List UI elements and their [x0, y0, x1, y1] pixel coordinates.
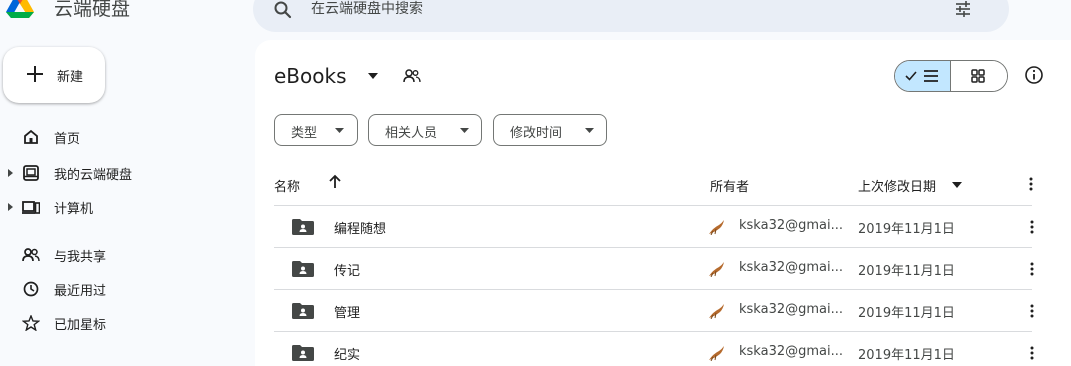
sidebar-item-label: 计算机 [54, 202, 94, 217]
grid-view-button[interactable] [951, 61, 1007, 91]
owner-email: kska32@gmai... [739, 302, 843, 317]
table-row[interactable]: 传记 kska32@gmai... 2019年11月1日 [274, 248, 1038, 290]
sidebar-item-label: 最近用过 [54, 284, 107, 299]
modified-column-header[interactable]: 上次修改日期 [858, 176, 936, 195]
chip-label: 类型 [291, 126, 318, 141]
file-name: 纪实 [334, 348, 361, 363]
owner-column-header[interactable]: 所有者 [710, 176, 749, 195]
plus-icon [27, 66, 43, 82]
app-title[interactable]: 云端硬盘 [54, 0, 130, 21]
sidebar-item-label: 首页 [54, 132, 81, 147]
sidebar-item-computers[interactable]: 计算机 [0, 195, 240, 219]
view-toggle [894, 60, 1008, 92]
sidebar-item-my-drive[interactable]: 我的云端硬盘 [0, 161, 240, 185]
check-icon [905, 71, 917, 81]
sidebar-item-starred[interactable]: 已加星标 [0, 311, 240, 335]
folder-menu-caret-icon[interactable] [368, 73, 378, 79]
search-options-icon[interactable] [953, 0, 973, 19]
modified-date: 2019年11月1日 [858, 264, 955, 279]
name-column-header[interactable]: 名称 [274, 176, 300, 195]
owner-avatar-icon [709, 262, 724, 277]
new-button-label: 新建 [57, 70, 84, 85]
share-people-icon[interactable] [402, 68, 422, 84]
owner-email: kska32@gmai... [739, 218, 843, 233]
more-vert-icon[interactable] [1030, 262, 1034, 276]
shared-folder-icon [292, 219, 314, 235]
filter-people-chip[interactable]: 相关人员 [368, 114, 482, 146]
list-view-icon [924, 70, 938, 82]
sort-ascending-arrow-icon[interactable] [328, 174, 342, 190]
chevron-down-icon [585, 128, 594, 133]
owner-avatar-icon [709, 346, 724, 361]
chip-label: 相关人员 [385, 126, 438, 141]
my-drive-icon [23, 165, 39, 181]
owner-email: kska32@gmai... [739, 344, 843, 359]
table-row[interactable]: 纪实 kska32@gmai... 2019年11月1日 [274, 332, 1038, 366]
info-icon[interactable] [1024, 65, 1044, 85]
shared-folder-icon [292, 345, 314, 361]
more-vert-icon[interactable] [1029, 177, 1033, 191]
file-name: 传记 [334, 264, 361, 279]
modified-date: 2019年11月1日 [858, 222, 955, 237]
shared-icon [22, 248, 40, 262]
grid-view-icon [971, 69, 985, 83]
sidebar-item-recent[interactable]: 最近用过 [0, 277, 240, 301]
home-icon [24, 129, 38, 144]
chevron-down-icon [335, 128, 344, 133]
clock-icon [23, 281, 39, 297]
modified-date: 2019年11月1日 [858, 306, 955, 321]
search-icon[interactable] [273, 0, 293, 20]
search-input[interactable] [311, 0, 911, 21]
expand-arrow-icon[interactable] [8, 169, 14, 177]
new-button[interactable]: 新建 [3, 47, 105, 103]
computer-icon [22, 201, 40, 214]
sidebar-item-label: 我的云端硬盘 [54, 168, 133, 183]
modified-date: 2019年11月1日 [858, 348, 955, 363]
shared-folder-icon [292, 261, 314, 277]
sidebar-item-home[interactable]: 首页 [0, 125, 240, 149]
sidebar-item-label: 与我共享 [54, 250, 107, 265]
file-name: 管理 [334, 306, 361, 321]
shared-folder-icon [292, 303, 314, 319]
table-row[interactable]: 编程随想 kska32@gmai... 2019年11月1日 [274, 206, 1038, 248]
filter-type-chip[interactable]: 类型 [274, 114, 358, 146]
expand-arrow-icon[interactable] [8, 203, 14, 211]
chip-label: 修改时间 [510, 126, 563, 141]
more-vert-icon[interactable] [1030, 220, 1034, 234]
sidebar-item-label: 已加星标 [54, 318, 107, 333]
owner-email: kska32@gmai... [739, 260, 843, 275]
more-vert-icon[interactable] [1030, 304, 1034, 318]
file-name: 编程随想 [334, 222, 387, 237]
drive-logo-icon[interactable] [6, 0, 34, 18]
list-view-button[interactable] [895, 61, 951, 91]
filter-modified-chip[interactable]: 修改时间 [493, 114, 607, 146]
owner-avatar-icon [709, 220, 724, 235]
owner-avatar-icon [709, 304, 724, 319]
folder-title[interactable]: eBooks [274, 62, 347, 90]
sort-caret-down-icon[interactable] [952, 182, 962, 188]
search-bar[interactable] [253, 0, 1009, 32]
chevron-down-icon [460, 128, 469, 133]
sidebar-item-shared-with-me[interactable]: 与我共享 [0, 243, 240, 267]
more-vert-icon[interactable] [1030, 346, 1034, 360]
table-row[interactable]: 管理 kska32@gmai... 2019年11月1日 [274, 290, 1038, 332]
star-icon [22, 315, 40, 331]
